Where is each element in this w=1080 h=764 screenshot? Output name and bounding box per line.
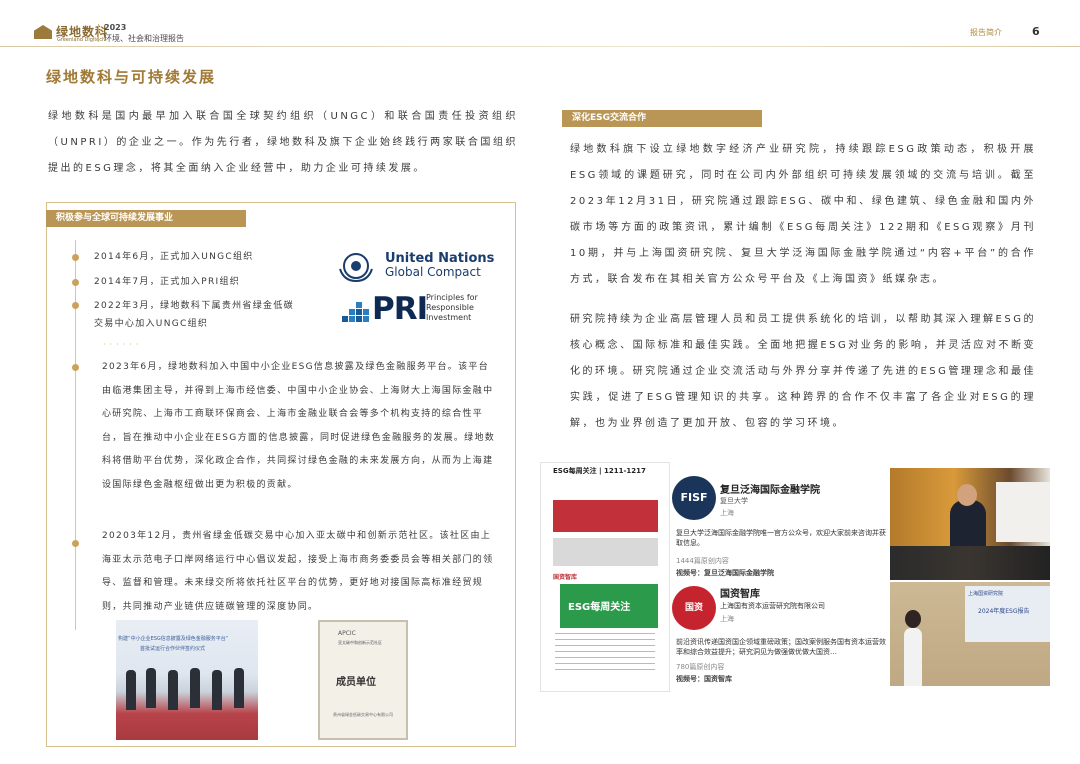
timeline-item: 交易中心加入UNGC组织 [94,319,209,329]
account-description: 复旦大学泛海国际金融学院唯一官方公众号，欢迎大家前来咨询并获取信息。 [676,529,886,547]
pri-logo-text: PRI [372,291,428,327]
photo-banner-text: 构建“中小企业ESG信息披露及绿色金融服务平台” [118,636,229,642]
account-location: 上海 [720,509,734,517]
presenter-figure [904,628,922,686]
projection-screen [996,482,1050,542]
timeline-dot [72,540,79,547]
pri-logo-subtext: Principles for Responsible Investment [426,293,478,322]
account-description: 前沿资讯传递国资国企领域重磅政策；国改案例服务国有资本运营效率和综合效益提升；研… [676,638,886,656]
fisf-logo: FISF [672,476,716,520]
report-title: 环境、社会和治理报告 [104,34,184,43]
esg-exchange-paragraph-2: 研究院持续为企业高层管理人员和员工提供系统化的培训，以帮助其深入理解ESG的核心… [570,314,1036,429]
timeline-dot [72,364,79,371]
screen-title: 2024年度ESG报告 [978,608,1030,615]
intro-paragraph: 绿地数科是国内最早加入联合国全球契约组织（UNGC）和联合国责任投资组织（UNP… [48,111,518,174]
timeline-dot [72,302,79,309]
person-figure [234,668,244,708]
page-title: 绿地数科与可持续发展 [46,68,217,86]
speaker-head [957,484,977,506]
guozi-zhiku-logo: 国资 [672,586,716,630]
account-video-channel: 视频号：复旦泛海国际金融学院 [676,569,774,577]
page-number: 6 [1032,25,1040,38]
header-divider [98,24,99,42]
person-figure [146,668,156,708]
un-globe-icon [339,253,373,283]
account-article-count: 1444篇原创内容 [676,557,729,565]
timeline-item: 2014年6月，正式加入UNGC组织 [94,252,254,262]
audience [890,546,1050,580]
separator-dots: ······ [103,340,143,349]
header-rule [0,46,1080,47]
photo-banner-text: 首批试运行合作伙伴签约仪式 [140,646,206,652]
article-banner [553,500,658,532]
report-year: 2023 [104,23,127,32]
article-card [553,538,658,566]
timeline-dot [72,279,79,286]
source-badge: 国资智库 [553,574,578,581]
account-owner: 复旦大学 [720,497,748,505]
esg-weekly-banner-text: ESG每周关注 [568,602,631,613]
timeline-dot [72,254,79,261]
account-video-channel: 视频号：国资智库 [676,675,732,683]
account-owner: 上海国有资本运营研究院有限公司 [720,602,825,610]
timeline-paragraph-2: 20203年12月，贵州省绿金低碳交易中心加入亚太碳中和创新示范社区。该社区由上… [102,531,494,612]
person-figure [212,670,222,710]
presenter-head [905,610,921,628]
account-article-count: 780篇原创内容 [676,663,725,671]
screenshot-heading: ESG每周关注 | 1211-1217 [553,467,646,475]
timeline-line [75,240,76,630]
pri-blocks-icon [342,302,369,322]
certificate-main-text: 成员单位 [336,677,376,688]
box-tag: 积极参与全球可持续发展事业 [46,210,246,227]
person-figure [190,668,200,708]
logo-icon [34,25,52,39]
certificate-subtitle: 亚太碳中和创新示范社区 [338,640,382,645]
person-figure [168,670,178,710]
certificate-title: APCIC [338,630,356,637]
ungc-logo-subtext: Global Compact [385,265,481,279]
person-figure [126,670,136,710]
account-name: 国资智库 [720,589,760,600]
account-name: 复旦泛海国际金融学院 [720,485,820,496]
section-label: 报告简介 [970,28,1002,37]
account-location: 上海 [720,615,734,623]
timeline-paragraph-1: 2023年6月，绿地数科加入中国中小企业ESG信息披露及绿色金融服务平台。该平台… [102,362,496,490]
section-tag: 深化ESG交流合作 [562,110,762,127]
certificate-footer: 贵州省绿金低碳交易中心有限公司 [333,712,393,717]
timeline-item: 2014年7月，正式加入PRI组织 [94,277,241,287]
article-text-lines [555,633,655,673]
screen-text: 上海国资研究院 [968,591,1004,597]
esg-exchange-paragraph-1: 绿地数科旗下设立绿地数字经济产业研究院，持续跟踪ESG政策动态，积极开展ESG领… [570,144,1036,285]
ungc-logo-text: United Nations [385,251,495,266]
